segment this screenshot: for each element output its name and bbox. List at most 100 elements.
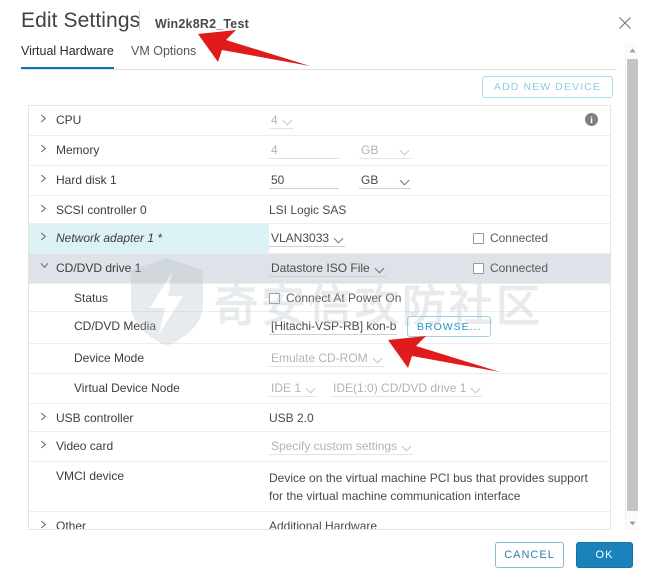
row-value-cell: LSI Logic SAS [269, 196, 610, 223]
row-value-select[interactable]: Datastore ISO File [269, 261, 386, 277]
chevron-right-icon[interactable] [40, 232, 49, 241]
table-row: USB controller USB 2.0 [29, 404, 610, 432]
edit-settings-dialog: Edit Settings Win2k8R2_Test Virtual Hard… [0, 0, 646, 583]
row-label: Video card [56, 439, 114, 453]
row-label: Memory [56, 143, 100, 157]
row-label-cell: Virtual Device Node [29, 374, 269, 403]
tab-divider [21, 69, 617, 70]
row-value-input[interactable] [269, 173, 339, 189]
table-row: Status Connect At Power On [29, 284, 610, 312]
row-label: SCSI controller 0 [56, 203, 147, 217]
row-label-cell: Hard disk 1 [29, 166, 269, 195]
scrollbar-thumb[interactable] [627, 59, 638, 511]
row-label-cell: CD/DVD Media [29, 312, 269, 343]
cancel-button[interactable]: CANCEL [495, 542, 564, 568]
row-value-cell: BROWSE... [269, 312, 610, 343]
row-label: Virtual Device Node [74, 381, 180, 395]
row-value-cell: Specify custom settings [269, 432, 610, 461]
chevron-right-icon[interactable] [40, 204, 49, 213]
row-value-input[interactable] [269, 143, 339, 159]
row-value-select[interactable]: Specify custom settings [269, 439, 414, 455]
row-label-cell: SCSI controller 0 [29, 196, 269, 223]
row-value-text: USB 2.0 [269, 411, 314, 425]
row-unit-select[interactable]: GB [359, 173, 411, 189]
scroll-up-icon[interactable] [626, 43, 639, 57]
checkbox-label: Connected [489, 261, 548, 275]
row-value-cell: 4i [269, 106, 610, 135]
virtual-hardware-table: CPU4iMemoryGBHard disk 1GBSCSI controlle… [28, 105, 611, 530]
row-label-cell: CPU [29, 106, 269, 135]
row-label: Network adapter 1 * [56, 231, 163, 245]
row-label: CD/DVD Media [74, 319, 157, 333]
row-value-cell: GB [269, 136, 610, 165]
row-label: VMCI device [56, 469, 125, 483]
checkbox-label: Connected [489, 231, 548, 245]
table-row: Network adapter 1 * VLAN3033 Connected [29, 224, 610, 254]
row-label: Status [74, 291, 109, 305]
add-new-device-button[interactable]: ADD NEW DEVICE [482, 76, 613, 98]
close-icon[interactable] [616, 14, 634, 32]
dialog-footer: CANCEL OK [0, 529, 646, 583]
table-row: CPU 4 i [29, 106, 610, 136]
row-value-select-secondary[interactable]: IDE(1:0) CD/DVD drive 1 [331, 381, 483, 397]
content-scrollbar[interactable] [625, 43, 638, 530]
table-row: Video card Specify custom settings [29, 432, 610, 462]
row-label: Hard disk 1 [56, 173, 117, 187]
row-value-cell: Emulate CD-ROM [269, 344, 610, 373]
row-label-cell: Network adapter 1 * [29, 224, 269, 253]
row-label: CD/DVD drive 1 [56, 261, 142, 275]
chevron-right-icon[interactable] [40, 520, 49, 529]
checkbox-box[interactable] [472, 262, 484, 274]
row-value-cell: Datastore ISO File Connected [269, 254, 610, 283]
scroll-down-icon[interactable] [626, 516, 639, 530]
chevron-down-icon[interactable] [40, 262, 49, 269]
chevron-right-icon[interactable] [40, 114, 49, 123]
row-value-select[interactable]: Emulate CD-ROM [269, 351, 384, 367]
row-label-cell: Memory [29, 136, 269, 165]
table-row: Memory GB [29, 136, 610, 166]
table-row: CD/DVD Media BROWSE... [29, 312, 610, 344]
row-value-cell: Connect At Power On [269, 284, 610, 311]
row-value-cell: VLAN3033 Connected [269, 224, 610, 253]
chevron-right-icon[interactable] [40, 144, 49, 153]
checkbox-label: Connect At Power On [286, 291, 402, 305]
row-value-text: LSI Logic SAS [269, 203, 347, 217]
row-value-cell: GB [269, 166, 610, 195]
chevron-right-icon[interactable] [40, 412, 49, 421]
checkbox-box[interactable] [472, 232, 484, 244]
row-label: CPU [56, 113, 82, 127]
row-value-select[interactable]: IDE 1 [269, 381, 318, 397]
row-label-cell: Status [29, 284, 269, 311]
row-label: Device Mode [74, 351, 145, 365]
table-row: CD/DVD drive 1 Datastore ISO File Connecte… [29, 254, 610, 284]
vm-name-label: Win2k8R2_Test [155, 17, 249, 31]
row-unit-select[interactable]: GB [359, 143, 411, 159]
chevron-right-icon[interactable] [40, 440, 49, 449]
row-value-cell: Additional Hardware [269, 512, 610, 529]
row-value-select[interactable]: VLAN3033 [269, 231, 346, 247]
tab-virtual-hardware[interactable]: Virtual Hardware [21, 44, 114, 70]
row-label-cell: CD/DVD drive 1 [29, 254, 269, 283]
chevron-right-icon[interactable] [40, 174, 49, 183]
cd-dvd-media-input[interactable] [269, 319, 397, 335]
row-label-cell: Device Mode [29, 344, 269, 373]
row-label-cell: Video card [29, 432, 269, 461]
tab-vm-options[interactable]: VM Options [131, 44, 196, 70]
page-title: Edit Settings [21, 9, 141, 32]
row-value-select[interactable]: 4 [269, 113, 294, 129]
checkbox-box[interactable] [269, 292, 280, 304]
row-value-description: Device on the virtual machine PCI bus th… [269, 471, 588, 503]
row-value-cell: IDE 1 IDE(1:0) CD/DVD drive 1 [269, 374, 610, 403]
row-value-cell: USB 2.0 [269, 404, 610, 431]
connected-checkbox[interactable]: Connected [472, 261, 548, 275]
table-row: Hard disk 1 GB [29, 166, 610, 196]
browse-button[interactable]: BROWSE... [407, 316, 492, 337]
ok-button[interactable]: OK [576, 542, 633, 568]
info-icon[interactable]: i [585, 113, 598, 126]
dialog-header: Edit Settings Win2k8R2_Test [0, 0, 646, 44]
table-row: Other Additional Hardware [29, 512, 610, 529]
connect-at-power-on-checkbox[interactable]: Connect At Power On [269, 291, 401, 305]
row-label: USB controller [56, 411, 134, 425]
row-label-cell: VMCI device [29, 462, 269, 511]
connected-checkbox[interactable]: Connected [472, 231, 548, 245]
